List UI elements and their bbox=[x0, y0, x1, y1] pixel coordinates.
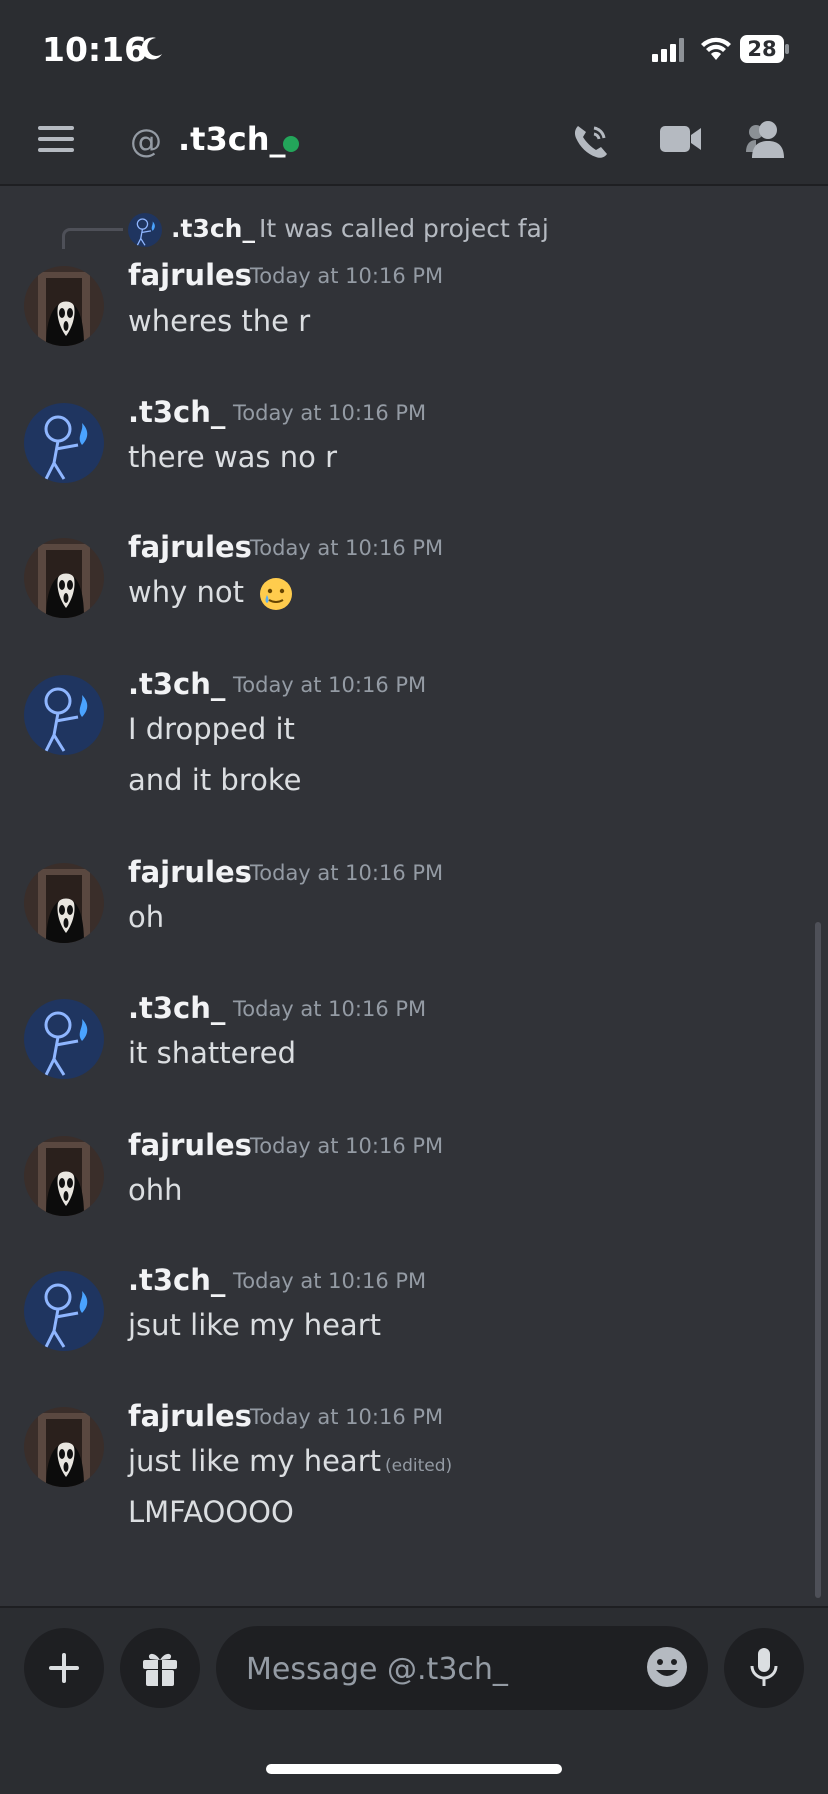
avatar[interactable] bbox=[24, 1407, 104, 1487]
message-text: oh bbox=[128, 900, 165, 934]
members-icon[interactable] bbox=[746, 120, 788, 158]
gift-icon bbox=[143, 1653, 177, 1686]
avatar[interactable] bbox=[24, 538, 104, 618]
message-text: and it broke bbox=[128, 763, 302, 797]
avatar[interactable] bbox=[24, 403, 104, 483]
message-author[interactable]: .t3ch_ bbox=[128, 395, 225, 429]
message-timestamp: Today at 10:16 PM bbox=[250, 536, 444, 560]
avatar[interactable] bbox=[24, 1271, 104, 1351]
message-timestamp: Today at 10:16 PM bbox=[233, 1269, 427, 1293]
message-text: wheres the r bbox=[128, 304, 311, 338]
signal-icon bbox=[652, 38, 684, 62]
message[interactable]: fajrules Today at 10:16 PM why not bbox=[0, 530, 828, 627]
avatar[interactable] bbox=[24, 863, 104, 943]
message-timestamp: Today at 10:16 PM bbox=[250, 861, 444, 885]
message[interactable]: fajrules Today at 10:16 PM just like my … bbox=[0, 1399, 828, 1546]
avatar[interactable] bbox=[24, 675, 104, 755]
moon-icon bbox=[141, 37, 162, 60]
video-camera-icon[interactable] bbox=[660, 124, 702, 154]
reply-author[interactable]: .t3ch_ bbox=[171, 214, 255, 243]
message[interactable]: .t3ch_ Today at 10:16 PM it shattered bbox=[0, 991, 828, 1088]
message-text-content: why not bbox=[128, 575, 244, 609]
scrollbar[interactable] bbox=[815, 922, 821, 1598]
online-status-dot bbox=[283, 136, 299, 152]
message-author[interactable]: .t3ch_ bbox=[128, 1263, 225, 1297]
message-text: just like my heart (edited) bbox=[128, 1444, 452, 1478]
at-icon: @ bbox=[130, 122, 162, 160]
phone-call-icon[interactable] bbox=[570, 120, 612, 162]
add-attachment-button[interactable] bbox=[24, 1628, 104, 1708]
avatar[interactable] bbox=[24, 266, 104, 346]
message-timestamp: Today at 10:16 PM bbox=[250, 1405, 444, 1429]
message-timestamp: Today at 10:16 PM bbox=[250, 1134, 444, 1158]
message-text: LMFAOOOO bbox=[128, 1495, 294, 1529]
plus-icon bbox=[49, 1653, 79, 1683]
message[interactable]: fajrules Today at 10:16 PM ohh bbox=[0, 1128, 828, 1225]
wifi-icon bbox=[701, 37, 731, 60]
message-author[interactable]: .t3ch_ bbox=[128, 991, 225, 1025]
message[interactable]: fajrules Today at 10:16 PM oh bbox=[0, 855, 828, 952]
hamburger-menu-icon[interactable] bbox=[38, 126, 74, 152]
voice-message-button[interactable] bbox=[724, 1628, 804, 1708]
message[interactable]: .t3ch_ Today at 10:16 PM I dropped it an… bbox=[0, 667, 828, 814]
message-timestamp: Today at 10:16 PM bbox=[250, 264, 444, 288]
smiling-face-with-tear-emoji bbox=[260, 578, 293, 610]
reply-preview-text[interactable]: It was called project faj bbox=[259, 214, 549, 243]
message[interactable]: fajrules Today at 10:16 PM wheres the r bbox=[0, 258, 828, 355]
channel-header bbox=[0, 96, 828, 186]
smiley-emoji-icon[interactable] bbox=[646, 1646, 688, 1688]
reply-connector bbox=[62, 228, 123, 249]
avatar[interactable] bbox=[24, 1136, 104, 1216]
message-author[interactable]: fajrules bbox=[128, 530, 252, 564]
message-timestamp: Today at 10:16 PM bbox=[233, 997, 427, 1021]
message-input[interactable] bbox=[244, 1644, 628, 1694]
message-timestamp: Today at 10:16 PM bbox=[233, 673, 427, 697]
channel-title[interactable]: .t3ch_ bbox=[178, 120, 285, 158]
message-text: it shattered bbox=[128, 1036, 297, 1070]
message-text: ohh bbox=[128, 1173, 183, 1207]
message[interactable]: .t3ch_ Today at 10:16 PM jsut like my he… bbox=[0, 1263, 828, 1360]
gift-button[interactable] bbox=[120, 1628, 200, 1708]
message-author[interactable]: fajrules bbox=[128, 1128, 252, 1162]
message-author[interactable]: .t3ch_ bbox=[128, 667, 225, 701]
message-text: I dropped it bbox=[128, 712, 295, 746]
microphone-icon bbox=[750, 1648, 778, 1686]
home-indicator[interactable] bbox=[266, 1764, 562, 1774]
message-text: why not bbox=[128, 575, 293, 611]
message-author[interactable]: fajrules bbox=[128, 258, 252, 292]
edited-label: (edited) bbox=[385, 1456, 453, 1476]
message-author[interactable]: fajrules bbox=[128, 855, 252, 889]
avatar[interactable] bbox=[24, 999, 104, 1079]
message-text: there was no r bbox=[128, 440, 338, 474]
message-timestamp: Today at 10:16 PM bbox=[233, 401, 427, 425]
battery-level: 28 bbox=[747, 37, 777, 61]
message[interactable]: .t3ch_ Today at 10:16 PM there was no r bbox=[0, 395, 828, 492]
message-author[interactable]: fajrules bbox=[128, 1399, 252, 1433]
message-text: jsut like my heart bbox=[128, 1308, 381, 1342]
message-text-content: just like my heart bbox=[128, 1444, 381, 1478]
avatar[interactable] bbox=[128, 213, 162, 247]
status-time: 10:16 bbox=[42, 30, 148, 69]
